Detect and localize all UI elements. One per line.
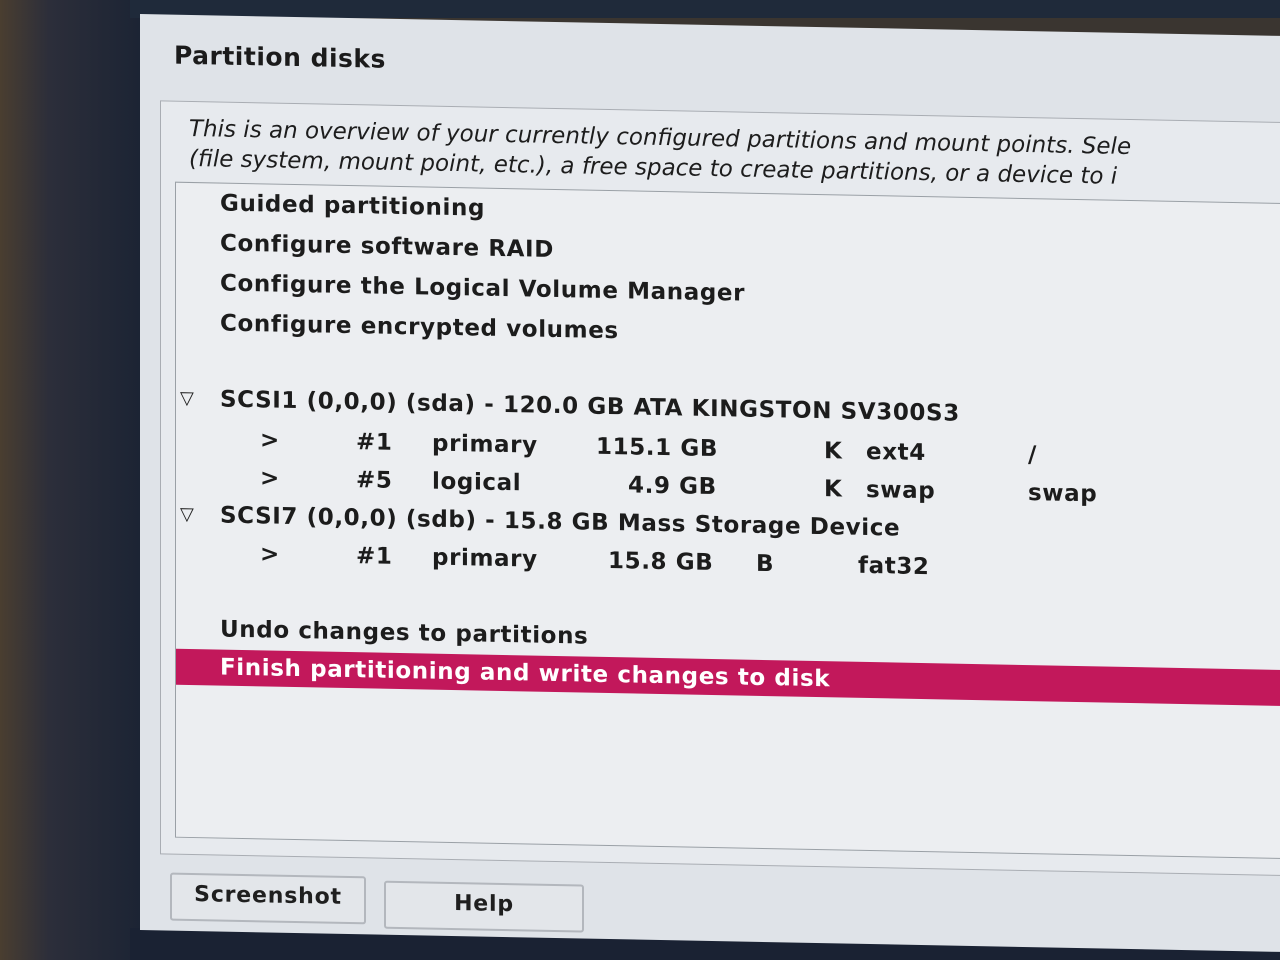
menu-item-label: Guided partitioning <box>220 190 486 222</box>
partition-number: #1 <box>356 543 393 570</box>
partition-size: 15.8 GB <box>608 547 714 577</box>
partition-flag: K <box>824 476 843 503</box>
menu-item-label: Configure encrypted volumes <box>220 310 619 345</box>
installer-window: Partition disks This is an overview of y… <box>140 14 1280 952</box>
content-panel: This is an overview of your currently co… <box>160 100 1280 877</box>
partition-number: #1 <box>356 429 393 456</box>
partition-flag: K <box>824 438 843 465</box>
screenshot-button[interactable]: Screenshot <box>170 872 366 925</box>
partition-size: 115.1 GB <box>596 433 718 463</box>
partition-mount: swap <box>1028 480 1098 508</box>
menu-item-label: Configure the Logical Volume Manager <box>220 270 746 307</box>
menu-item-label: Configure software RAID <box>220 230 554 263</box>
partition-fs: swap <box>866 476 936 505</box>
partition-number: #5 <box>356 467 393 494</box>
monitor-bezel-top <box>130 0 1280 18</box>
chevron-right-icon: > <box>260 541 280 568</box>
partition-type: primary <box>432 544 538 573</box>
triangle-down-icon: ▽ <box>180 503 195 526</box>
chevron-right-icon: > <box>260 465 280 492</box>
partition-fs: fat32 <box>858 552 930 581</box>
intro-text: This is an overview of your currently co… <box>189 114 1280 196</box>
partition-flag: B <box>756 550 775 578</box>
partition-type: logical <box>432 468 522 497</box>
partition-fs: ext4 <box>866 438 926 467</box>
chevron-right-icon: > <box>260 427 280 454</box>
partition-mount: / <box>1028 442 1038 469</box>
triangle-down-icon: ▽ <box>180 387 195 410</box>
page-title: Partition disks <box>174 40 386 74</box>
partition-type: primary <box>432 430 538 459</box>
help-button[interactable]: Help <box>384 880 584 933</box>
partition-list: Guided partitioning Configure software R… <box>175 181 1280 860</box>
monitor-bezel-left <box>0 0 140 960</box>
menu-item-label: Undo changes to partitions <box>220 616 589 650</box>
partition-size: 4.9 GB <box>628 472 717 501</box>
